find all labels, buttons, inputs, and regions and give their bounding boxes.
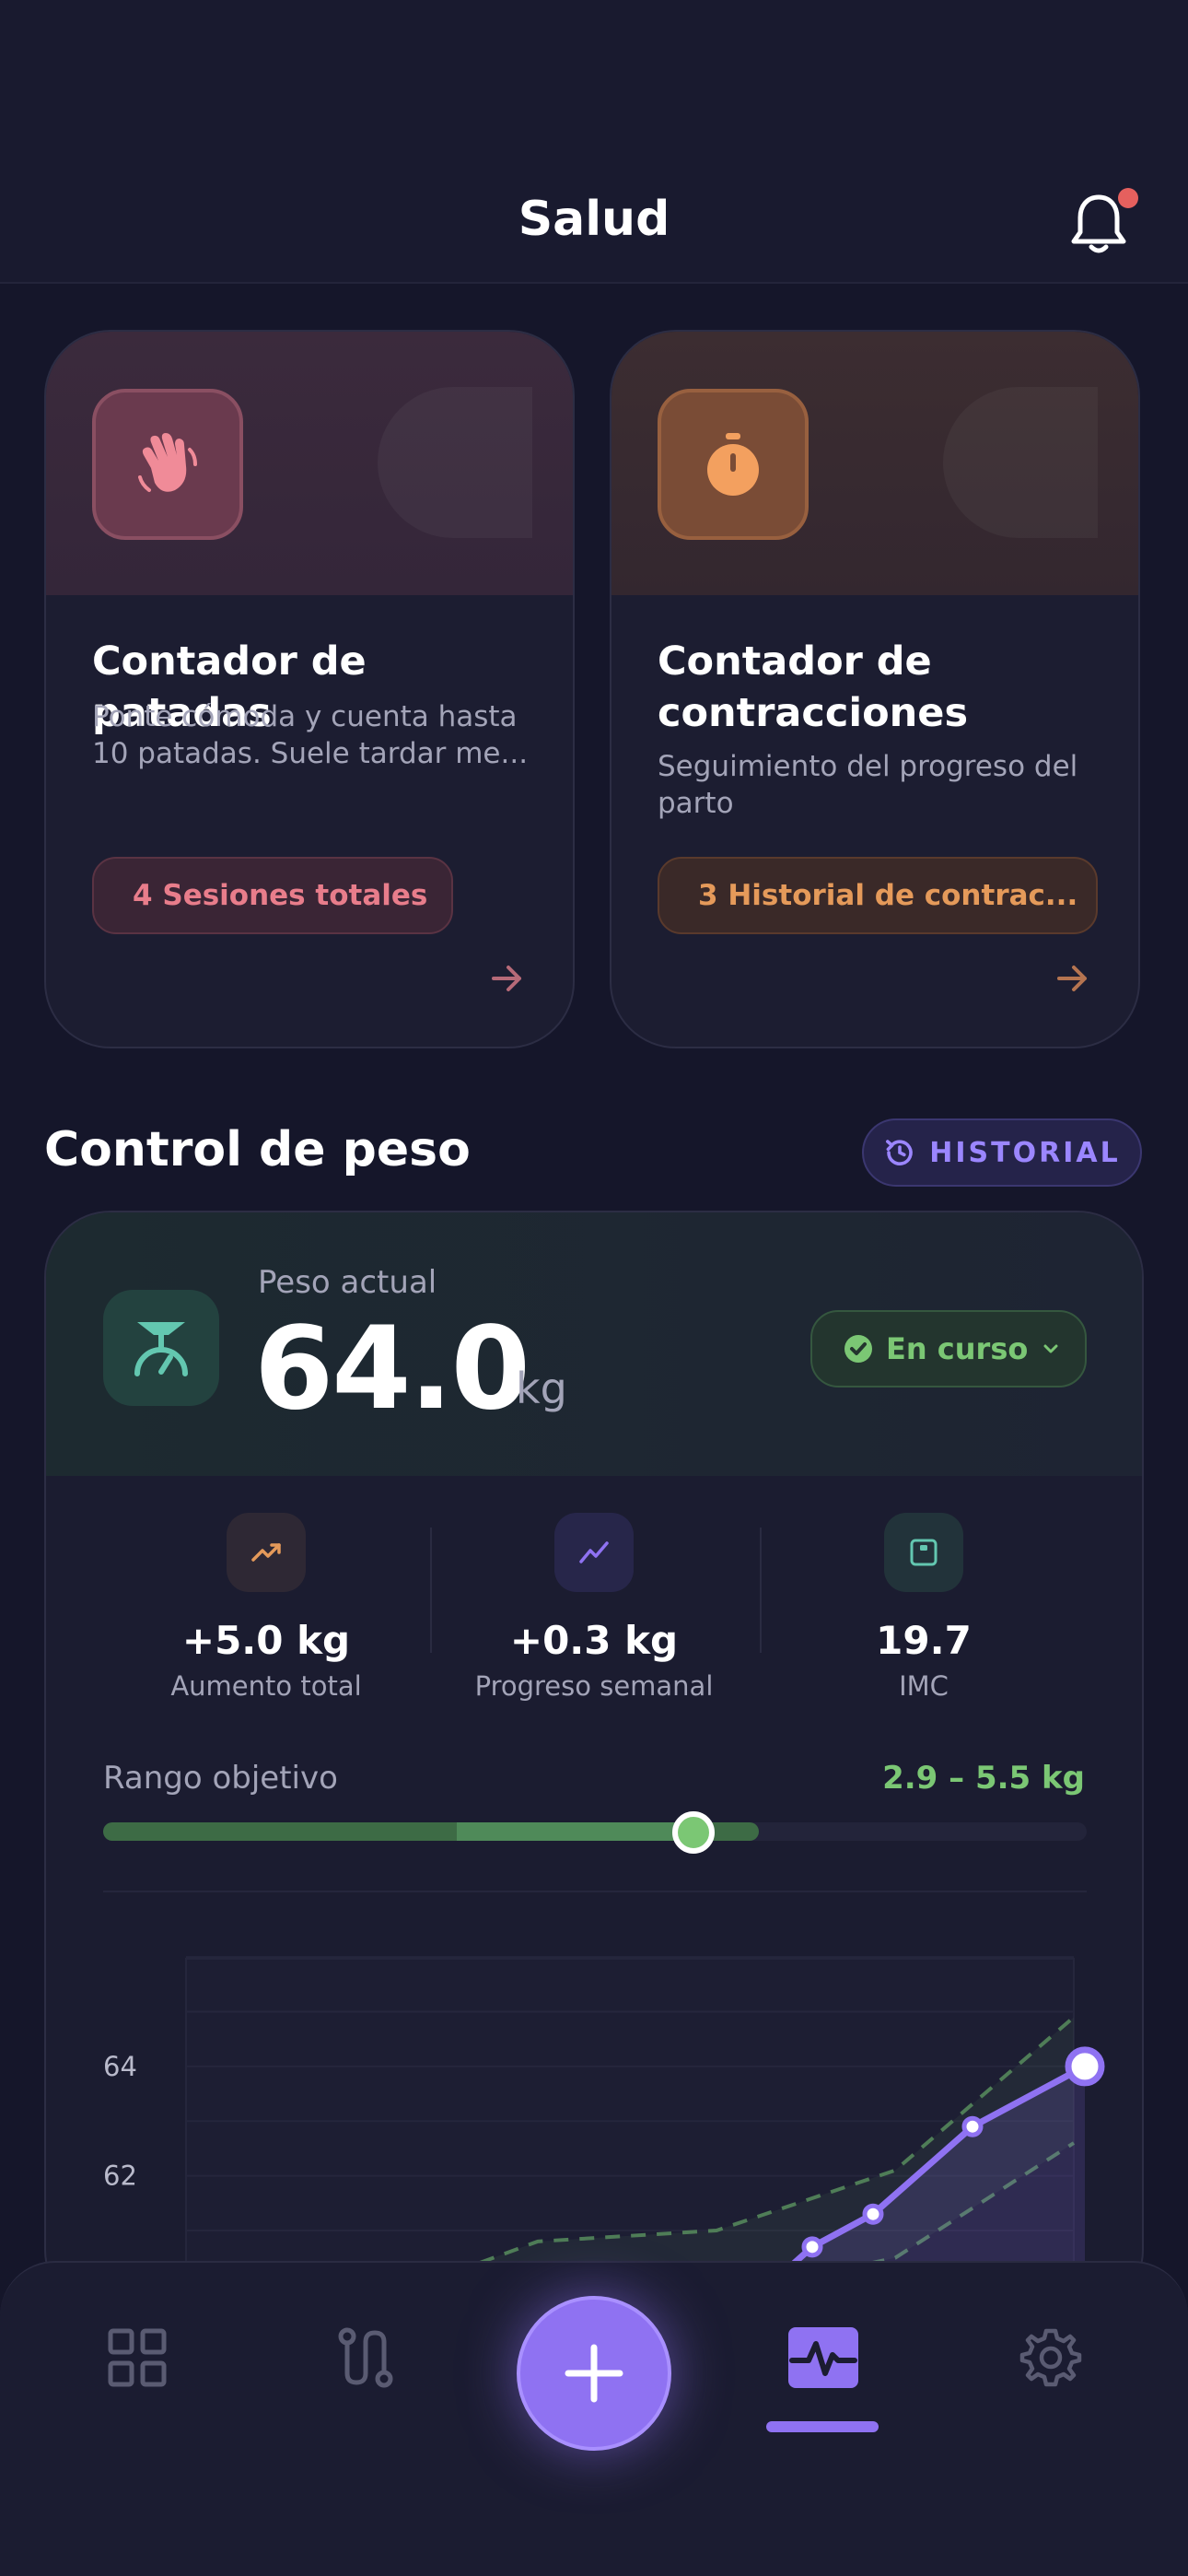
- kick-icon-box: [92, 389, 243, 540]
- target-range-label: Rango objetivo: [103, 1760, 338, 1797]
- stat-divider: [760, 1528, 762, 1653]
- arrow-right-icon[interactable]: [1054, 960, 1090, 997]
- data-point: [961, 2115, 984, 2137]
- kick-counter-card[interactable]: Contador de patadas Ponte cómoda y cuent…: [44, 330, 575, 1048]
- notification-dot: [1118, 188, 1138, 208]
- history-button[interactable]: HISTORIAL: [862, 1118, 1142, 1187]
- arrow-right-icon[interactable]: [488, 960, 525, 997]
- scale-icon-box: [103, 1290, 219, 1406]
- card-decoration: [943, 387, 1098, 538]
- target-range-value: 2.9 – 5.5 kg: [882, 1760, 1085, 1797]
- screen: Salud Contador de patadas Ponte cómoda y…: [0, 0, 1188, 2576]
- weight-section-title: Control de peso: [44, 1122, 471, 1177]
- card-title: Contador de contracciones: [658, 638, 969, 736]
- history-button-label: HISTORIAL: [929, 1136, 1121, 1169]
- add-button[interactable]: [517, 2296, 671, 2451]
- scale-square-icon: [910, 1539, 938, 1566]
- trend-line-icon: [579, 1541, 609, 1563]
- hand-wave-icon: [138, 433, 197, 492]
- weight-card: Peso actual 64.0 kg En curso +5.0 kg Aum…: [44, 1211, 1144, 2316]
- page-title: Salud: [518, 192, 670, 247]
- stat-bmi: 19.7 IMC: [786, 1513, 1062, 1702]
- stat-icon-box: [227, 1513, 306, 1592]
- status-dropdown[interactable]: En curso: [810, 1310, 1087, 1388]
- current-weight-value: 64.0: [254, 1303, 530, 1435]
- y-tick-label: 64: [103, 2051, 137, 2082]
- history-chip-label: 3 Historial de contrac...: [698, 879, 1078, 912]
- card-description: Seguimiento del progreso del parto: [658, 750, 1078, 820]
- stat-label: Progreso semanal: [474, 1670, 714, 1702]
- stat-value: +5.0 kg: [181, 1618, 351, 1663]
- stat-value: 19.7: [876, 1618, 972, 1663]
- health-pulse-icon[interactable]: [788, 2327, 858, 2388]
- stat-label: Aumento total: [170, 1670, 362, 1702]
- card-decoration: [378, 387, 532, 538]
- stat-label: IMC: [899, 1670, 949, 1702]
- sessions-chip: 4 Sesiones totales: [92, 857, 453, 934]
- stat-total-gain: +5.0 kg Aumento total: [128, 1513, 404, 1702]
- range-thumb: [672, 1811, 715, 1854]
- history-icon: [886, 1140, 914, 1165]
- stat-value: +0.3 kg: [509, 1618, 679, 1663]
- trend-up-icon: [251, 1543, 281, 1562]
- stat-icon-box: [884, 1513, 963, 1592]
- sessions-chip-label: 4 Sesiones totales: [133, 879, 428, 912]
- data-point: [801, 2236, 823, 2258]
- weight-chart: 646260: [103, 1956, 1105, 2314]
- status-label: En curso: [886, 1331, 1029, 1366]
- stat-divider: [430, 1528, 432, 1653]
- contraction-icon-box: [658, 389, 809, 540]
- settings-gear-icon[interactable]: [1019, 2325, 1083, 2390]
- chevron-down-icon: [1043, 1344, 1058, 1353]
- contraction-counter-card[interactable]: Contador de contracciones Seguimiento de…: [610, 330, 1140, 1048]
- timeline-route-icon[interactable]: [333, 2325, 398, 2390]
- range-target-band: [457, 1822, 693, 1841]
- scale-icon: [134, 1322, 188, 1376]
- stat-icon-box: [554, 1513, 634, 1592]
- divider: [103, 1891, 1087, 1892]
- latest-data-point: [1065, 2046, 1105, 2087]
- active-tab-indicator: [766, 2421, 879, 2432]
- stat-weekly-progress: +0.3 kg Progreso semanal: [456, 1513, 732, 1702]
- card-description: Ponte cómoda y cuenta hasta 10 patadas. …: [92, 700, 529, 770]
- plus-icon: [565, 2344, 623, 2403]
- data-point: [862, 2203, 884, 2225]
- stopwatch-icon: [707, 433, 759, 496]
- y-tick-label: 62: [103, 2160, 137, 2192]
- history-chip: 3 Historial de contrac...: [658, 857, 1098, 934]
- current-weight-label: Peso actual: [258, 1264, 437, 1301]
- dashboard-grid-icon[interactable]: [105, 2325, 169, 2390]
- top-header: Salud: [0, 0, 1188, 284]
- check-circle-icon: [844, 1335, 872, 1363]
- weight-unit: kg: [516, 1364, 567, 1413]
